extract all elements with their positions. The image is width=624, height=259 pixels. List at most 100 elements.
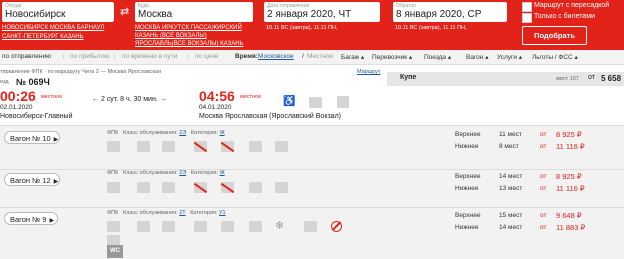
wc-icon: WC bbox=[107, 245, 123, 258]
wagon-12-button[interactable]: Вагон № 12 ▶ bbox=[4, 173, 60, 186]
train-filter[interactable]: Поезда ▴ bbox=[424, 53, 451, 61]
train-label: Поезда bbox=[424, 54, 447, 61]
seat-price[interactable]: 11 116 ₽ bbox=[556, 142, 585, 151]
seat-price[interactable]: 11 116 ₽ bbox=[556, 184, 585, 193]
return-input[interactable]: 8 января 2020, СР bbox=[396, 9, 481, 20]
service-class-value[interactable]: 2Э bbox=[179, 130, 186, 136]
from-field[interactable]: Откуда Новосибирск bbox=[2, 2, 114, 22]
train-car-icon bbox=[337, 96, 349, 108]
sort-by-departure[interactable]: по отправлению bbox=[2, 53, 51, 60]
linen-icon bbox=[194, 221, 207, 232]
seat-price[interactable]: 11 883 ₽ bbox=[556, 223, 585, 232]
return-date-hint[interactable]: 10.11 ВС (завтра), 11.11 ПН, bbox=[395, 25, 467, 31]
benefits-filter[interactable]: Льготы / ФСС ▴ bbox=[532, 53, 578, 61]
sort-by-travel-time[interactable]: по времени в пути bbox=[122, 53, 177, 60]
arrival-time-note: местное bbox=[240, 94, 262, 100]
service-class-label: Класс обслуживания: bbox=[122, 130, 178, 136]
to-hints-line2: КАЗАНЬ (ВСЕ ВОКЗАЛЫ) bbox=[135, 33, 207, 39]
arrow-left-icon: ← bbox=[92, 96, 99, 103]
class-header: Купе bbox=[400, 74, 417, 81]
arrival-time: 04:56 bbox=[199, 88, 235, 104]
carrier-label: Перевозчик bbox=[372, 54, 408, 61]
to-hint-link[interactable]: КАЗАНЬ bbox=[220, 41, 243, 47]
service-class-value[interactable]: 2Т bbox=[179, 210, 185, 216]
train-number-prefix: езд bbox=[0, 79, 9, 85]
carrier-name: ФПК bbox=[107, 130, 119, 136]
to-hint-link[interactable]: ИРКУТСК ПАССАЖИРСКИЙ bbox=[162, 25, 242, 31]
tickets-only-label: Только с билетами bbox=[534, 13, 596, 20]
from-hint-link[interactable]: НОВОСИБИРСК bbox=[2, 25, 48, 31]
train-number[interactable]: № 069Ч bbox=[16, 77, 50, 87]
seat-count: 14 мест bbox=[499, 224, 523, 231]
find-button[interactable]: Подобрать bbox=[522, 26, 587, 45]
swap-arrows-icon[interactable]: ⇄ bbox=[120, 5, 129, 18]
no-pets-icon bbox=[221, 141, 234, 152]
to-field[interactable]: Куда Москва bbox=[135, 2, 253, 22]
sort-arrow-icon: ↕ bbox=[113, 53, 117, 60]
carrier-name: ФПК bbox=[107, 210, 119, 216]
seat-price[interactable]: 9 648 ₽ bbox=[556, 211, 582, 220]
carrier-name: ФПК bbox=[107, 170, 119, 176]
time-moscow-link[interactable]: Московское bbox=[258, 53, 294, 60]
transfer-checkbox[interactable] bbox=[522, 2, 532, 12]
seat-type: Нижнее bbox=[455, 143, 479, 150]
to-input[interactable]: Москва bbox=[138, 9, 172, 20]
time-local-link[interactable]: Местное bbox=[307, 53, 333, 60]
wagon-row bbox=[0, 125, 624, 170]
meal-icon bbox=[107, 221, 120, 232]
no-linen-icon bbox=[194, 182, 207, 193]
meal-icon bbox=[107, 141, 120, 152]
seat-price[interactable]: 8 925 ₽ bbox=[556, 130, 582, 139]
arrival-station: Москва Ярославская (Ярославский Вокзал) bbox=[199, 113, 341, 120]
snowflake-icon: ❄ bbox=[275, 220, 285, 232]
wagon-10-button[interactable]: Вагон № 10 ▶ bbox=[4, 131, 60, 144]
category-value[interactable]: У1 bbox=[219, 210, 226, 216]
wagon-meta: ФПК Класс обслуживания: 2Т Категория: У1 bbox=[107, 210, 226, 216]
departure-time: 00:26 bbox=[0, 88, 36, 104]
from-hints-line2: САНКТ-ПЕТЕРБУРГ КАЗАНЬ bbox=[2, 34, 84, 40]
seat-count: 8 мест bbox=[499, 143, 519, 150]
price-from: от bbox=[540, 224, 547, 231]
to-hint-link[interactable]: КАЗАНЬ (ВСЕ ВОКЗАЛЫ) bbox=[135, 33, 207, 39]
return-date-field[interactable]: Обратно 8 января 2020, СР bbox=[393, 2, 507, 22]
wagon-label: Вагон bbox=[466, 54, 484, 61]
bag-icon bbox=[162, 221, 175, 232]
bag-icon bbox=[162, 141, 175, 152]
seat-type: Верхнее bbox=[455, 173, 481, 180]
from-hint-link[interactable]: БАРНАУЛ bbox=[77, 25, 104, 31]
chart-icon bbox=[137, 141, 150, 152]
arrival-date: 04.01.2020 bbox=[199, 104, 232, 111]
depart-date-hint[interactable]: 10.11 ВС (завтра), 11.11 ПН, bbox=[266, 25, 338, 31]
carrier-filter[interactable]: Перевозчик ▴ bbox=[372, 53, 412, 61]
to-hint-link[interactable]: ЯРОСЛАВЛЬ(ВСЕ ВОКЗАЛЫ) bbox=[135, 41, 218, 47]
tickets-only-checkbox[interactable] bbox=[522, 13, 532, 23]
wagon-row bbox=[0, 207, 624, 259]
from-hint-link[interactable]: КАЗАНЬ bbox=[60, 34, 83, 40]
wagon-9-button[interactable]: Вагон № 9 ▶ bbox=[4, 212, 58, 225]
time-separator: / bbox=[302, 53, 304, 60]
from-hint-link[interactable]: САНКТ-ПЕТЕРБУРГ bbox=[2, 34, 59, 40]
depart-date-field[interactable]: Дата отправления 2 января 2020, ЧТ bbox=[264, 2, 380, 22]
services-filter[interactable]: Услуги ▴ bbox=[497, 53, 522, 61]
play-arrow-icon: ▶ bbox=[53, 179, 59, 185]
route-link[interactable]: Маршрут bbox=[357, 69, 380, 75]
depart-input[interactable]: 2 января 2020, ЧТ bbox=[267, 9, 351, 20]
wagon-filter[interactable]: Вагон ▴ bbox=[466, 53, 488, 61]
from-hint-link[interactable]: МОСКВА bbox=[50, 25, 75, 31]
sort-by-price[interactable]: по цене bbox=[195, 53, 218, 60]
category-value[interactable]: Ж bbox=[220, 130, 225, 136]
sort-by-arrival[interactable]: по прибытию bbox=[70, 53, 110, 60]
from-input[interactable]: Новосибирск bbox=[5, 9, 65, 20]
service-class-value[interactable]: 2Э bbox=[179, 170, 186, 176]
category-value[interactable]: Ж bbox=[220, 170, 225, 176]
baggage-filter[interactable]: Багаж ▴ bbox=[341, 53, 364, 61]
baggage-label: Багаж bbox=[341, 54, 360, 61]
wagon-meta: ФПК Класс обслуживания: 2Э Категория: Ж bbox=[107, 170, 225, 176]
departure-date: 02.01.2020 bbox=[0, 104, 33, 111]
chat-icon bbox=[275, 182, 288, 193]
to-hint-link[interactable]: МОСКВА bbox=[135, 25, 160, 31]
seat-price[interactable]: 8 925 ₽ bbox=[556, 172, 582, 181]
play-arrow-icon: ▶ bbox=[49, 218, 55, 224]
seats-header: мест 107 bbox=[556, 76, 579, 82]
duration-row: ← 2 сут. 8 ч. 30 мин. → bbox=[92, 96, 167, 103]
